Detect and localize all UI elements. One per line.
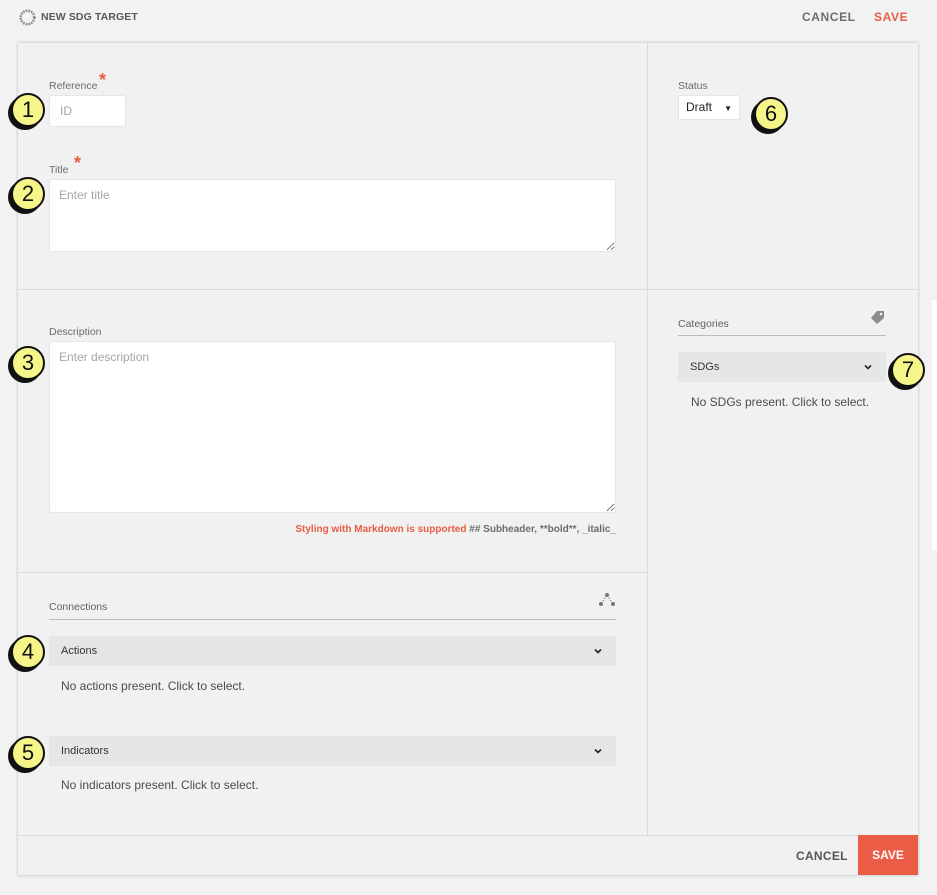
status-value: Draft	[686, 100, 713, 114]
status-select[interactable]: Draft ▼	[678, 95, 740, 120]
annotation-badge: 7	[891, 353, 925, 387]
footer-divider	[18, 835, 918, 836]
column-divider	[647, 43, 648, 835]
network-icon	[599, 593, 615, 606]
chevron-down-icon	[864, 364, 872, 370]
header-save-button[interactable]: SAVE	[874, 10, 908, 24]
indicators-empty-text[interactable]: No indicators present. Click to select.	[61, 778, 258, 792]
connections-title: Connections	[49, 601, 108, 613]
sdgs-empty-text[interactable]: No SDGs present. Click to select.	[691, 395, 869, 409]
footer-cancel-button[interactable]: CANCEL	[796, 849, 848, 863]
reference-input[interactable]	[49, 95, 126, 127]
chevron-down-icon	[594, 648, 602, 654]
section-divider	[18, 289, 918, 290]
categories-title: Categories	[678, 318, 729, 330]
required-asterisk: *	[74, 153, 82, 173]
annotation-badge: 3	[11, 346, 45, 380]
header-cancel-button[interactable]: CANCEL	[802, 10, 856, 24]
page-title: NEW SDG TARGET	[41, 11, 138, 23]
actions-empty-text[interactable]: No actions present. Click to select.	[61, 679, 245, 693]
markdown-hint-link[interactable]: Styling with Markdown is supported	[295, 524, 466, 535]
title-input[interactable]	[49, 179, 616, 252]
form-card: Reference * Title * Description Styling …	[18, 43, 918, 875]
tag-icon	[871, 311, 884, 324]
markdown-hint: Styling with Markdown is supported ## Su…	[295, 524, 616, 535]
chevron-down-icon	[594, 748, 602, 754]
section-divider	[18, 572, 647, 573]
indicators-label: Indicators	[61, 745, 109, 757]
sdgs-accordion[interactable]: SDGs	[678, 352, 886, 382]
description-label: Description	[49, 326, 102, 338]
top-bar: NEW SDG TARGET CANCEL SAVE	[0, 0, 937, 34]
annotation-badge: 2	[11, 177, 45, 211]
actions-label: Actions	[61, 645, 98, 657]
annotation-badge: 1	[11, 93, 45, 127]
markdown-hint-syntax: ## Subheader, **bold**, _italic_	[466, 524, 616, 535]
background-fragment	[932, 300, 937, 550]
indicators-accordion[interactable]: Indicators	[49, 736, 616, 766]
reference-label: Reference	[49, 80, 98, 92]
footer-save-button[interactable]: SAVE	[858, 835, 918, 875]
sdg-wheel-icon	[19, 9, 36, 26]
caret-down-icon: ▼	[724, 104, 732, 113]
annotation-badge: 5	[11, 736, 45, 770]
sdgs-label: SDGs	[690, 361, 720, 373]
annotation-badge: 6	[754, 97, 788, 131]
connections-underline	[49, 619, 616, 620]
status-label: Status	[678, 80, 708, 92]
title-label: Title	[49, 164, 69, 176]
required-asterisk: *	[99, 70, 107, 90]
description-input[interactable]	[49, 341, 616, 513]
actions-accordion[interactable]: Actions	[49, 636, 616, 666]
annotation-badge: 4	[11, 635, 45, 669]
categories-underline	[678, 335, 886, 336]
